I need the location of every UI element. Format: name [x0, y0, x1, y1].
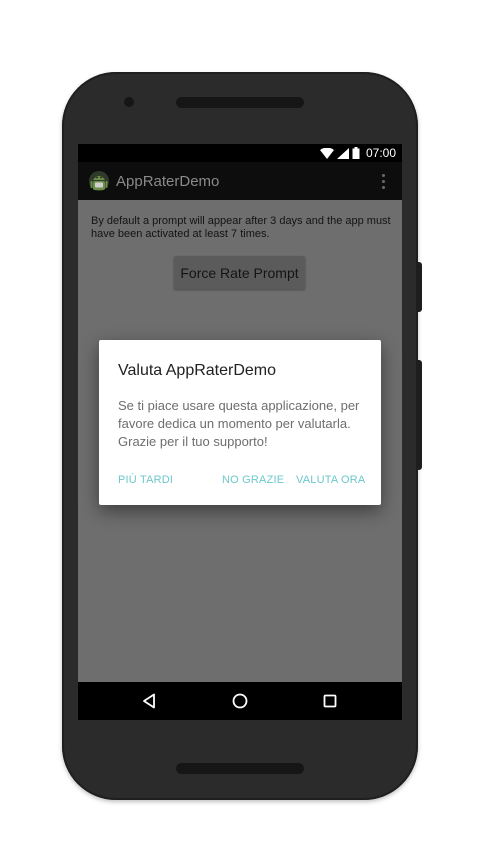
status-clock: 07:00	[365, 146, 396, 160]
rate-now-button[interactable]: VALUTA ORA	[296, 474, 365, 486]
rate-dialog: Valuta AppRaterDemo Se ti piace usare qu…	[99, 340, 381, 505]
dialog-title: Valuta AppRaterDemo	[118, 362, 277, 379]
home-icon[interactable]	[230, 691, 250, 711]
android-robot-icon	[89, 171, 109, 191]
description-text: By default a prompt will appear after 3 …	[91, 215, 391, 240]
bottom-speaker	[176, 763, 304, 774]
top-speaker	[176, 97, 304, 108]
app-bar: AppRaterDemo	[78, 162, 402, 200]
wifi-icon	[319, 147, 334, 159]
app-title: AppRaterDemo	[116, 173, 220, 190]
device-screen: 07:00 AppRaterDemo By default a prompt w…	[78, 144, 402, 720]
battery-icon	[352, 147, 360, 159]
later-button[interactable]: PIÙ TARDI	[118, 474, 173, 486]
recent-apps-icon[interactable]	[320, 691, 340, 711]
status-icons: 07:00	[319, 146, 396, 160]
navigation-bar	[78, 682, 402, 720]
signal-icon	[336, 147, 349, 159]
dialog-message: Se ti piace usare questa applicazione, p…	[118, 398, 360, 449]
overflow-menu-icon[interactable]	[382, 174, 386, 190]
no-thanks-button[interactable]: NO GRAZIE	[222, 474, 284, 486]
front-camera	[124, 97, 134, 107]
volume-button	[416, 360, 422, 470]
back-icon[interactable]	[140, 691, 160, 711]
power-button	[416, 262, 422, 312]
force-rate-prompt-button[interactable]: Force Rate Prompt	[174, 256, 305, 289]
status-bar: 07:00	[78, 144, 402, 162]
